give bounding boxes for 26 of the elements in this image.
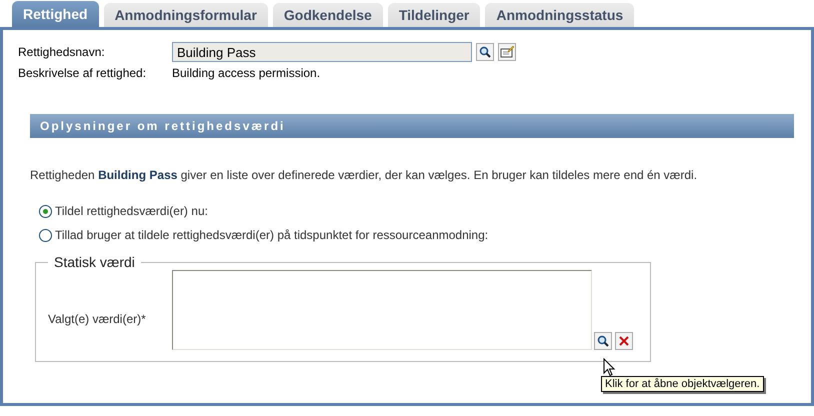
- search-button[interactable]: [476, 43, 494, 61]
- edit-button[interactable]: [498, 43, 516, 61]
- tooltip: Klik for at åbne objektvælgeren.: [601, 376, 764, 392]
- name-field[interactable]: Building Pass: [172, 42, 472, 62]
- search-button[interactable]: [594, 332, 612, 350]
- delete-button[interactable]: [615, 332, 633, 350]
- tab[interactable]: Anmodningsformular: [104, 3, 268, 27]
- field-label: Valgt(e) værdi(er)*: [48, 312, 147, 326]
- radio-button[interactable]: [39, 228, 52, 242]
- values-field[interactable]: [172, 270, 592, 350]
- radio-button[interactable]: [39, 204, 52, 218]
- field-label: Rettighedsnavn:: [18, 45, 106, 59]
- intro-text: Rettigheden Building Pass giver en liste over definerede værdier, der kan vælges. En bruger kan tildeles mere end én værdi.: [30, 168, 698, 182]
- tab[interactable]: Tildelinger: [388, 3, 480, 27]
- option-label: Tildel rettighedsværdi(er) nu:: [55, 204, 208, 218]
- tab[interactable]: Anmodningsstatus: [485, 3, 634, 27]
- tab[interactable]: Rettighed: [12, 1, 99, 27]
- field-label: Beskrivelse af rettighed:: [18, 66, 148, 80]
- description-text: Building access permission.: [172, 66, 320, 80]
- cursor-icon: [603, 358, 615, 377]
- tab[interactable]: Godkendelse: [272, 3, 383, 27]
- edit-icon: [500, 46, 514, 58]
- close-icon: [619, 336, 629, 346]
- section-header: Oplysninger om rettighedsværdi: [30, 114, 794, 138]
- group-legend: Statisk værdi: [48, 254, 141, 270]
- option-label: Tillad bruger at tildele rettighedsværdi(er) på tidspunktet for ressourceanmodning:: [55, 228, 488, 242]
